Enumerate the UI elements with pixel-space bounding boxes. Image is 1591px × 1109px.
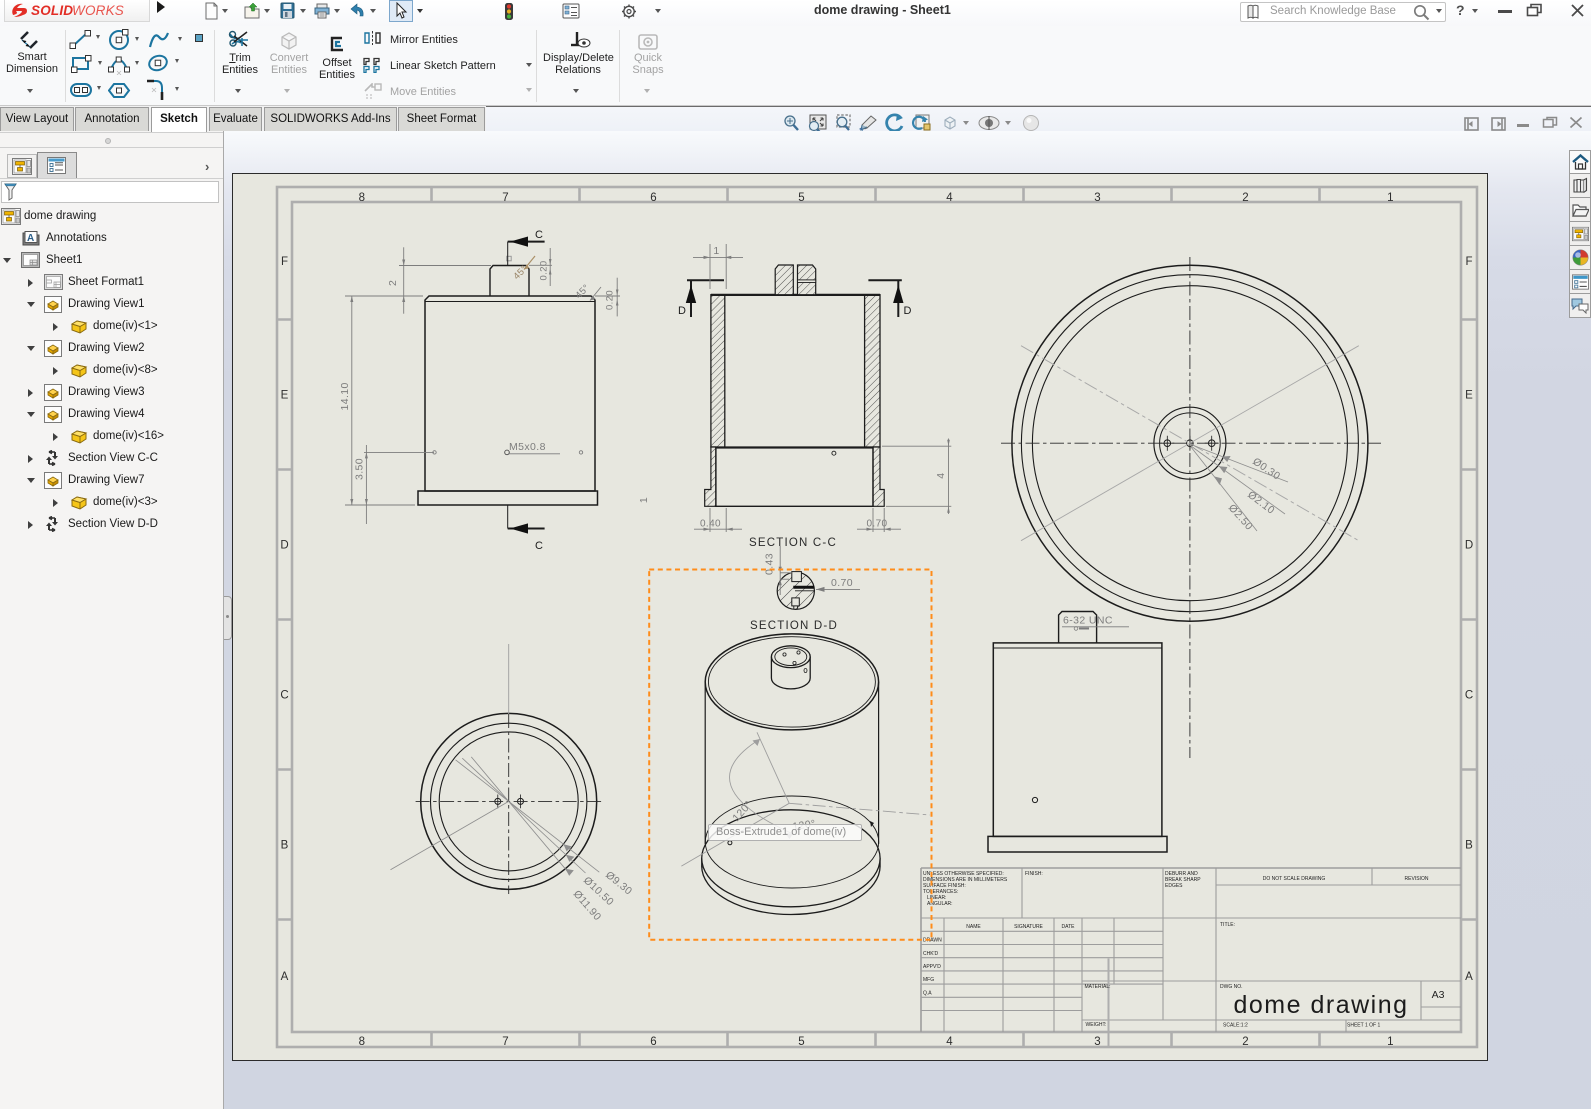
svg-text:E: E bbox=[281, 390, 289, 402]
svg-text:E: E bbox=[1465, 390, 1473, 402]
svg-text:F: F bbox=[1465, 256, 1472, 268]
svg-text:SCALE:1:2: SCALE:1:2 bbox=[1223, 1023, 1248, 1029]
svg-text:0.20: 0.20 bbox=[539, 260, 550, 280]
svg-text:2: 2 bbox=[1242, 1036, 1248, 1048]
svg-text:0.20: 0.20 bbox=[605, 290, 616, 310]
svg-text:DATE: DATE bbox=[1062, 924, 1076, 930]
svg-text:A: A bbox=[1465, 971, 1473, 983]
svg-text:C: C bbox=[535, 540, 543, 552]
svg-text:FINISH:: FINISH: bbox=[1025, 871, 1043, 877]
svg-text:1: 1 bbox=[638, 497, 650, 503]
svg-text:1: 1 bbox=[1387, 192, 1393, 204]
svg-text:TITLE:: TITLE: bbox=[1220, 922, 1235, 928]
svg-text:8: 8 bbox=[359, 1036, 365, 1048]
svg-text:1: 1 bbox=[713, 245, 719, 257]
svg-text:WEIGHT:: WEIGHT: bbox=[1086, 1022, 1107, 1028]
svg-text:dome drawing: dome drawing bbox=[1233, 991, 1408, 1019]
svg-text:7: 7 bbox=[502, 1036, 508, 1048]
svg-text:D: D bbox=[678, 305, 686, 317]
svg-text:0.40: 0.40 bbox=[700, 519, 721, 530]
svg-text:5: 5 bbox=[798, 192, 804, 204]
svg-text:3: 3 bbox=[1094, 1036, 1100, 1048]
svg-text:14.10: 14.10 bbox=[339, 382, 351, 410]
svg-text:APPV'D: APPV'D bbox=[923, 964, 941, 970]
svg-text:C: C bbox=[1465, 690, 1473, 702]
svg-text:SECTION C-C: SECTION C-C bbox=[749, 537, 837, 549]
svg-text:SIGNATURE: SIGNATURE bbox=[1014, 924, 1043, 930]
svg-text:SOLID: SOLID bbox=[31, 3, 73, 18]
svg-text:120°: 120° bbox=[730, 799, 755, 824]
svg-text:NAME: NAME bbox=[966, 924, 981, 930]
svg-text:3.50: 3.50 bbox=[354, 458, 366, 480]
svg-text:3: 3 bbox=[1094, 192, 1100, 204]
svg-text:F: F bbox=[281, 256, 288, 268]
svg-text:SHEET 1 OF 1: SHEET 1 OF 1 bbox=[1347, 1023, 1380, 1029]
svg-text:EDGES: EDGES bbox=[1165, 883, 1183, 889]
svg-text:6-32 UNC: 6-32 UNC bbox=[1063, 615, 1113, 627]
svg-text:45°: 45° bbox=[573, 282, 592, 301]
svg-text:Ø2.50: Ø2.50 bbox=[1226, 502, 1255, 533]
svg-text:8: 8 bbox=[359, 192, 365, 204]
svg-text:4: 4 bbox=[946, 192, 953, 204]
svg-text:MFG: MFG bbox=[923, 977, 934, 983]
svg-text:2: 2 bbox=[387, 280, 399, 286]
svg-text:0.70: 0.70 bbox=[866, 519, 887, 530]
svg-text:Ø2.10: Ø2.10 bbox=[1245, 489, 1277, 517]
svg-text:C: C bbox=[535, 229, 543, 241]
svg-text:1: 1 bbox=[1387, 1036, 1393, 1048]
svg-text:A3: A3 bbox=[1432, 989, 1445, 1001]
svg-text:B: B bbox=[281, 840, 289, 852]
svg-text:D: D bbox=[280, 540, 288, 552]
svg-text:0.70: 0.70 bbox=[831, 577, 853, 589]
svg-text:B: B bbox=[1465, 840, 1473, 852]
svg-text:6: 6 bbox=[650, 1036, 656, 1048]
svg-text:M5x0.8: M5x0.8 bbox=[509, 441, 546, 453]
svg-text:Q.A: Q.A bbox=[923, 990, 932, 996]
svg-text:CHK'D: CHK'D bbox=[923, 951, 939, 957]
svg-text:DWG NO.: DWG NO. bbox=[1220, 984, 1243, 990]
svg-text:WORKS: WORKS bbox=[72, 3, 124, 18]
svg-text:DO NOT SCALE DRAWING: DO NOT SCALE DRAWING bbox=[1263, 876, 1326, 882]
svg-text:4: 4 bbox=[935, 472, 947, 478]
svg-text:REVISION: REVISION bbox=[1405, 876, 1429, 882]
svg-text:MATERIAL:: MATERIAL: bbox=[1085, 984, 1111, 990]
svg-text:7: 7 bbox=[502, 192, 508, 204]
svg-text:4: 4 bbox=[946, 1036, 953, 1048]
svg-text:SECTION D-D: SECTION D-D bbox=[750, 620, 838, 632]
svg-text:5: 5 bbox=[798, 1036, 804, 1048]
svg-text:2: 2 bbox=[1242, 192, 1248, 204]
svg-text:D: D bbox=[904, 305, 912, 317]
svg-text:C: C bbox=[280, 690, 288, 702]
svg-text:A: A bbox=[281, 971, 289, 983]
svg-text:D: D bbox=[1465, 540, 1473, 552]
svg-text:6: 6 bbox=[650, 192, 656, 204]
svg-text:0.43: 0.43 bbox=[764, 553, 776, 575]
